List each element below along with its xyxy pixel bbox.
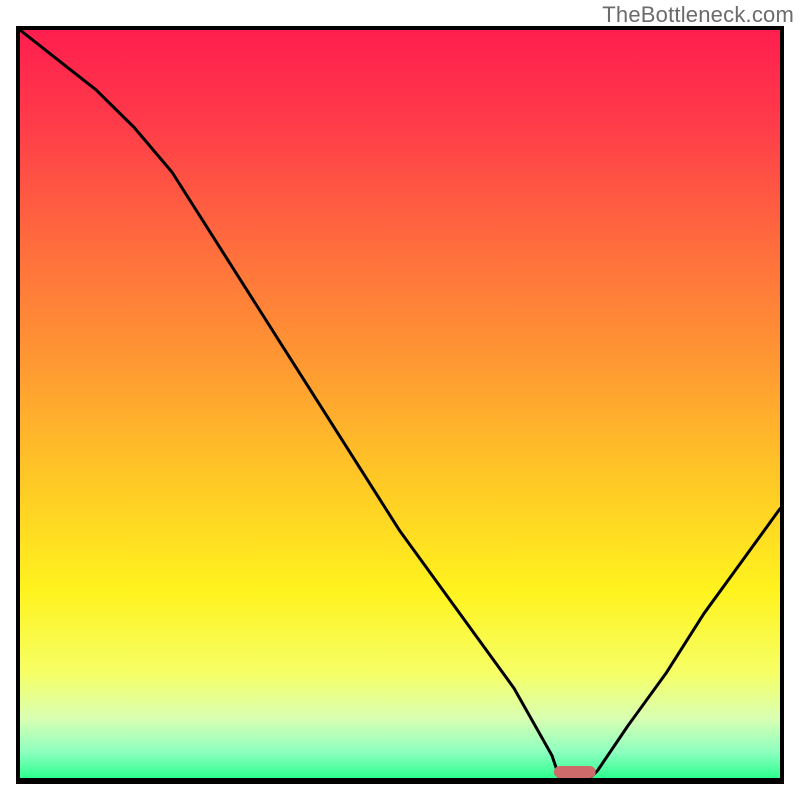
- plot-frame: [16, 26, 784, 784]
- plot-background: [20, 30, 780, 778]
- plot-svg: [20, 30, 780, 778]
- watermark-text: TheBottleneck.com: [602, 2, 794, 28]
- chart-stage: TheBottleneck.com: [0, 0, 800, 800]
- optimal-marker: [554, 766, 596, 778]
